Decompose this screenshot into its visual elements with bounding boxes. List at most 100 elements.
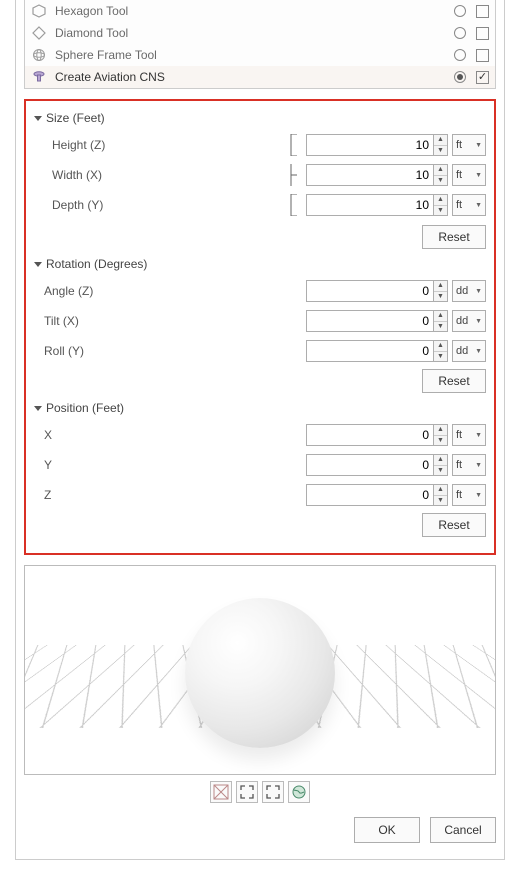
tool-checkbox[interactable] — [476, 49, 489, 62]
ok-button[interactable]: OK — [354, 817, 420, 843]
spin-down-icon[interactable]: ▼ — [434, 352, 447, 362]
reset-position-button[interactable]: Reset — [422, 513, 486, 537]
field-label: Angle (Z) — [34, 284, 144, 298]
field-row-width: Width (X) ▲▼ ft▼ — [42, 161, 486, 189]
spin-up-icon[interactable]: ▲ — [434, 135, 447, 146]
z-input[interactable] — [306, 484, 434, 506]
spin-down-icon[interactable]: ▼ — [434, 292, 447, 302]
chevron-down-icon — [34, 116, 42, 121]
sphere-frame-icon — [31, 47, 47, 63]
chevron-down-icon: ▼ — [475, 492, 482, 499]
field-label: Y — [34, 458, 144, 472]
spinner[interactable]: ▲▼ — [434, 280, 448, 302]
spin-up-icon[interactable]: ▲ — [434, 281, 447, 292]
tool-row-diamond[interactable]: Diamond Tool — [25, 22, 495, 44]
spin-up-icon[interactable]: ▲ — [434, 485, 447, 496]
spin-down-icon[interactable]: ▼ — [434, 146, 447, 156]
unit-select[interactable]: dd▼ — [452, 310, 486, 332]
spin-up-icon[interactable]: ▲ — [434, 311, 447, 322]
x-input[interactable] — [306, 424, 434, 446]
y-input[interactable] — [306, 454, 434, 476]
unit-select[interactable]: ft▼ — [452, 194, 486, 216]
tool-checkbox[interactable] — [476, 27, 489, 40]
spin-up-icon[interactable]: ▲ — [434, 341, 447, 352]
spin-down-icon[interactable]: ▼ — [434, 322, 447, 332]
section-header-position[interactable]: Position (Feet) — [34, 401, 486, 415]
tool-row-aviation-cns[interactable]: Create Aviation CNS ✓ — [25, 66, 495, 88]
spinner[interactable]: ▲▼ — [434, 194, 448, 216]
spin-up-icon[interactable]: ▲ — [434, 425, 447, 436]
unit-select[interactable]: ft▼ — [452, 134, 486, 156]
zoom-fit-button[interactable] — [236, 781, 258, 803]
spinner[interactable]: ▲▼ — [434, 340, 448, 362]
unit-select[interactable]: dd▼ — [452, 340, 486, 362]
tilt-input[interactable] — [306, 310, 434, 332]
zoom-extent-button[interactable] — [262, 781, 284, 803]
tool-radio[interactable] — [454, 27, 466, 39]
reset-rotation-button[interactable]: Reset — [422, 369, 486, 393]
tool-label: Sphere Frame Tool — [55, 48, 454, 62]
roll-input[interactable] — [306, 340, 434, 362]
spin-down-icon[interactable]: ▼ — [434, 206, 447, 216]
field-row-x: X ▲▼ ft▼ — [34, 421, 486, 449]
tool-label: Diamond Tool — [55, 26, 454, 40]
field-label: Roll (Y) — [34, 344, 144, 358]
field-row-depth: Depth (Y) ▲▼ ft▼ — [42, 191, 486, 219]
height-input[interactable] — [306, 134, 434, 156]
field-row-y: Y ▲▼ ft▼ — [34, 451, 486, 479]
field-label: X — [34, 428, 144, 442]
chevron-down-icon: ▼ — [475, 142, 482, 149]
globe-button[interactable] — [288, 781, 310, 803]
spin-up-icon[interactable]: ▲ — [434, 455, 447, 466]
unit-select[interactable]: ft▼ — [452, 164, 486, 186]
spinner[interactable]: ▲▼ — [434, 454, 448, 476]
reset-size-button[interactable]: Reset — [422, 225, 486, 249]
spin-down-icon[interactable]: ▼ — [434, 466, 447, 476]
tool-radio[interactable] — [454, 71, 466, 83]
chevron-down-icon: ▼ — [475, 432, 482, 439]
spinner[interactable]: ▲▼ — [434, 424, 448, 446]
tool-list: Hexagon Tool Diamond Tool Sphere Frame T… — [24, 0, 496, 89]
width-input[interactable] — [306, 164, 434, 186]
tool-radio[interactable] — [454, 5, 466, 17]
field-label: Tilt (X) — [34, 314, 144, 328]
depth-input[interactable] — [306, 194, 434, 216]
spinner[interactable]: ▲▼ — [434, 134, 448, 156]
angle-input[interactable] — [306, 280, 434, 302]
tool-checkbox[interactable]: ✓ — [476, 71, 489, 84]
unit-select[interactable]: ft▼ — [452, 484, 486, 506]
field-label: Width (X) — [42, 168, 152, 182]
spin-down-icon[interactable]: ▼ — [434, 176, 447, 186]
section-title: Position (Feet) — [46, 401, 124, 415]
spinner[interactable]: ▲▼ — [434, 164, 448, 186]
preview-viewport[interactable] — [24, 565, 496, 775]
tool-radio[interactable] — [454, 49, 466, 61]
field-row-height: Height (Z) ▲▼ ft▼ — [42, 131, 486, 159]
section-header-rotation[interactable]: Rotation (Degrees) — [34, 257, 486, 271]
spin-up-icon[interactable]: ▲ — [434, 165, 447, 176]
section-header-size[interactable]: Size (Feet) — [34, 111, 486, 125]
unit-select[interactable]: ft▼ — [452, 424, 486, 446]
spinner[interactable]: ▲▼ — [434, 310, 448, 332]
preview-sphere — [185, 598, 335, 748]
field-row-tilt: Tilt (X) ▲▼ dd▼ — [34, 307, 486, 335]
highlighted-properties-frame: Size (Feet) Height (Z) ▲▼ ft▼ Width (X) — [24, 99, 496, 555]
tool-row-sphere-frame[interactable]: Sphere Frame Tool — [25, 44, 495, 66]
chevron-down-icon — [34, 262, 42, 267]
spin-up-icon[interactable]: ▲ — [434, 195, 447, 206]
dialog-buttons: OK Cancel — [24, 817, 496, 843]
chevron-down-icon: ▼ — [475, 462, 482, 469]
cancel-button[interactable]: Cancel — [430, 817, 496, 843]
tool-checkbox[interactable] — [476, 5, 489, 18]
unit-select[interactable]: dd▼ — [452, 280, 486, 302]
tool-row-hexagon[interactable]: Hexagon Tool — [25, 0, 495, 22]
spin-down-icon[interactable]: ▼ — [434, 436, 447, 446]
chevron-down-icon: ▼ — [475, 348, 482, 355]
chevron-down-icon: ▼ — [475, 202, 482, 209]
unit-select[interactable]: ft▼ — [452, 454, 486, 476]
spin-down-icon[interactable]: ▼ — [434, 496, 447, 506]
tool-label: Hexagon Tool — [55, 4, 454, 18]
chevron-down-icon: ▼ — [475, 288, 482, 295]
spinner[interactable]: ▲▼ — [434, 484, 448, 506]
texture-toggle-button[interactable] — [210, 781, 232, 803]
